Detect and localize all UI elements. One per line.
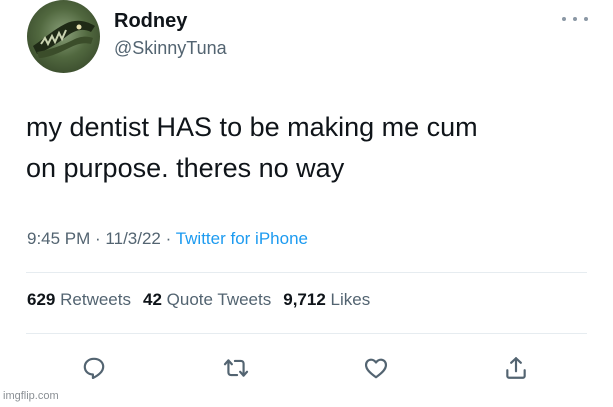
tweet-text: my dentist HAS to be making me cum on pu… (26, 107, 586, 189)
retweets-count: 629 (27, 290, 56, 309)
likes-label: Likes (330, 290, 371, 309)
tweet-card: Rodney @SkinnyTuna my dentist HAS to be … (0, 0, 613, 407)
reply-button[interactable] (76, 350, 112, 386)
display-name[interactable]: Rodney (114, 10, 187, 33)
heart-icon (364, 358, 388, 379)
share-button[interactable] (498, 350, 534, 386)
tweet-date[interactable]: 11/3/22 (105, 229, 160, 248)
retweet-icon (223, 359, 249, 377)
avatar-image (33, 20, 95, 58)
user-handle[interactable]: @SkinnyTuna (114, 38, 227, 59)
divider (26, 272, 587, 273)
likes-stat[interactable]: 9,712 Likes (283, 290, 370, 309)
more-dot (573, 17, 577, 21)
retweet-button[interactable] (218, 350, 254, 386)
meta-separator: · (160, 229, 176, 248)
tweet-time[interactable]: 9:45 PM (27, 229, 90, 248)
like-button[interactable] (358, 350, 394, 386)
quotes-count: 42 (142, 290, 162, 309)
action-bar (0, 350, 613, 390)
tweet-meta: 9:45 PM · 11/3/22 · Twitter for iPhone (27, 229, 308, 249)
retweets-label: Retweets (60, 290, 131, 309)
likes-count: 9,712 (283, 290, 326, 309)
tweet-text-line: my dentist HAS to be making me cum (26, 112, 478, 142)
tweet-text-line: on purpose. theres no way (26, 153, 345, 183)
reply-icon (83, 357, 105, 380)
watermark: imgflip.com (3, 390, 59, 402)
avatar[interactable] (27, 0, 100, 73)
more-icon[interactable] (562, 14, 588, 24)
engagement-stats: 629 Retweets 42 Quote Tweets 9,712 Likes (27, 290, 370, 310)
meta-separator: · (90, 229, 106, 248)
more-dot (562, 17, 566, 21)
retweets-stat[interactable]: 629 Retweets (27, 290, 131, 309)
divider (26, 333, 587, 334)
quotes-label: Quote Tweets (166, 290, 272, 309)
share-icon (506, 357, 526, 379)
tweet-source[interactable]: Twitter for iPhone (176, 229, 308, 248)
quotes-stat[interactable]: 42 Quote Tweets (143, 290, 271, 309)
more-dot (584, 17, 588, 21)
